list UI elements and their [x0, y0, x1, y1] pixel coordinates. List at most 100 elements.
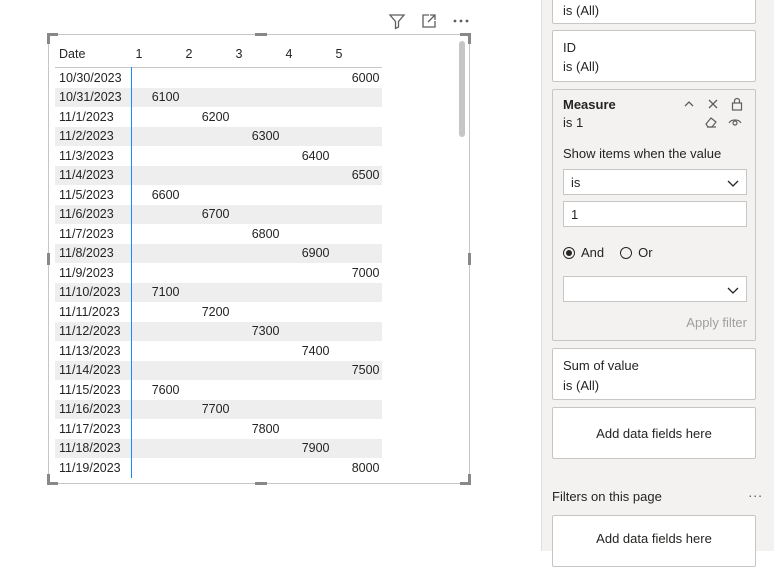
value-cell[interactable] [232, 341, 282, 361]
value-cell[interactable] [181, 243, 232, 263]
value-cell[interactable]: 7400 [282, 341, 332, 361]
filter-card-measure[interactable]: Measure is 1 Show items when the value i… [552, 89, 756, 341]
value-cell[interactable] [332, 185, 382, 205]
value-cell[interactable] [131, 321, 182, 341]
value-cell[interactable] [132, 107, 182, 127]
value-cell[interactable] [282, 380, 332, 400]
table-row[interactable]: 11/4/2023 6500 [55, 165, 382, 185]
value-cell[interactable] [132, 458, 182, 478]
value-cell[interactable] [232, 107, 282, 127]
value-cell[interactable] [232, 68, 282, 88]
value-cell[interactable] [182, 146, 232, 166]
table-row[interactable]: 11/2/2023 6300 [55, 126, 382, 146]
add-data-fields-well[interactable]: Add data fields here [552, 407, 756, 459]
value-cell[interactable]: 7300 [231, 321, 282, 341]
row-header-date[interactable]: 11/4/2023 [55, 165, 132, 185]
value-cell[interactable] [331, 438, 382, 458]
value-cell[interactable] [181, 126, 232, 146]
value-cell[interactable] [332, 419, 382, 439]
value-cell[interactable]: 6600 [132, 185, 182, 205]
value-cell[interactable] [132, 419, 182, 439]
column-header-4[interactable]: 4 [282, 41, 332, 68]
value-cell[interactable] [232, 302, 282, 322]
value-cell[interactable] [132, 224, 182, 244]
table-row[interactable]: 11/8/2023 6900 [55, 243, 382, 263]
value-cell[interactable] [282, 107, 332, 127]
value-cell[interactable]: 7700 [181, 399, 232, 419]
table-row[interactable]: 11/14/2023 7500 [55, 360, 382, 380]
filter-icon[interactable] [386, 10, 408, 32]
value-cell[interactable] [232, 146, 282, 166]
value-cell[interactable] [231, 204, 282, 224]
value-cell[interactable] [331, 204, 382, 224]
visibility-eye-icon[interactable] [727, 114, 743, 130]
row-header-date[interactable]: 11/16/2023 [55, 399, 132, 419]
operator-dropdown[interactable]: is [563, 169, 747, 195]
value-cell[interactable] [331, 87, 382, 107]
row-header-date[interactable]: 10/30/2023 [55, 67, 132, 88]
apply-filter-button[interactable]: Apply filter [686, 315, 747, 330]
value-cell[interactable] [331, 243, 382, 263]
value-cell[interactable] [281, 204, 332, 224]
value-cell[interactable] [182, 419, 232, 439]
remove-filter-close-icon[interactable] [705, 96, 721, 112]
row-header-date[interactable]: 11/17/2023 [55, 419, 132, 439]
table-row[interactable]: 11/9/2023 7000 [55, 263, 382, 283]
value-cell[interactable] [281, 321, 332, 341]
more-options-icon[interactable]: ... [748, 484, 763, 500]
value-cell[interactable] [331, 321, 382, 341]
value-cell[interactable] [131, 165, 182, 185]
or-radio[interactable] [620, 246, 633, 259]
collapse-chevron-up-icon[interactable] [681, 96, 697, 112]
value-cell[interactable] [231, 438, 282, 458]
value-cell[interactable] [131, 360, 182, 380]
column-header-2[interactable]: 2 [182, 41, 232, 68]
value-cell[interactable] [281, 399, 332, 419]
vertical-scrollbar[interactable] [459, 41, 465, 137]
value-cell[interactable]: 6800 [232, 224, 282, 244]
value-cell[interactable] [282, 224, 332, 244]
value-cell[interactable] [281, 165, 332, 185]
row-header-date[interactable]: 11/15/2023 [55, 380, 132, 400]
value-cell[interactable]: 6200 [182, 107, 232, 127]
value-cell[interactable] [181, 87, 232, 107]
value-cell[interactable] [331, 126, 382, 146]
value-cell[interactable]: 6900 [281, 243, 332, 263]
table-row[interactable]: 11/10/2023 7100 [55, 282, 382, 302]
table-row[interactable]: 10/31/2023 6100 [55, 87, 382, 107]
row-header-date[interactable]: 11/14/2023 [55, 360, 132, 380]
value-cell[interactable]: 6700 [181, 204, 232, 224]
value-cell[interactable] [132, 263, 182, 283]
resize-handle-left[interactable] [47, 253, 50, 265]
table-row[interactable]: 11/12/2023 7300 [55, 321, 382, 341]
value-cell[interactable] [231, 243, 282, 263]
value-cell[interactable] [282, 263, 332, 283]
value-cell[interactable] [332, 302, 382, 322]
table-row[interactable]: 11/16/2023 7700 [55, 399, 382, 419]
column-header-date[interactable]: Date [55, 41, 132, 68]
value-cell[interactable] [331, 282, 382, 302]
value-cell[interactable] [182, 68, 232, 88]
value-cell[interactable]: 6500 [331, 165, 382, 185]
value-cell[interactable] [182, 185, 232, 205]
value-cell[interactable] [332, 146, 382, 166]
value-cell[interactable] [181, 321, 232, 341]
value-cell[interactable] [232, 185, 282, 205]
value-cell[interactable] [131, 126, 182, 146]
value-cell[interactable] [281, 360, 332, 380]
value-cell[interactable]: 6400 [282, 146, 332, 166]
value-cell[interactable] [282, 68, 332, 88]
value-cell[interactable] [282, 458, 332, 478]
value-cell[interactable] [332, 224, 382, 244]
column-header-5[interactable]: 5 [332, 41, 382, 68]
page-add-data-fields-well[interactable]: Add data fields here [552, 515, 756, 567]
table-row[interactable]: 11/6/2023 6700 [55, 204, 382, 224]
focus-mode-icon[interactable] [418, 10, 440, 32]
value-cell[interactable] [281, 126, 332, 146]
value-cell[interactable] [332, 107, 382, 127]
value-cell[interactable] [231, 87, 282, 107]
value-cell[interactable]: 8000 [332, 458, 382, 478]
row-header-date[interactable]: 11/8/2023 [55, 243, 132, 263]
value-cell[interactable] [231, 165, 282, 185]
resize-handle-bottom[interactable] [255, 482, 267, 485]
